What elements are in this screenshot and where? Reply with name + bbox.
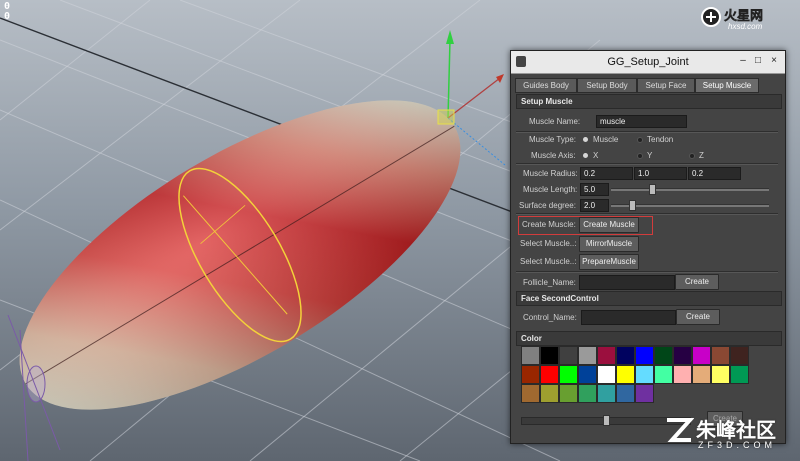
axis-z-radio[interactable]: [689, 153, 695, 159]
radius-z-field[interactable]: 0.2: [688, 167, 741, 180]
hxsd-watermark: 火星网 hxsd.com: [700, 6, 796, 32]
color-swatch[interactable]: [578, 346, 597, 365]
muscle-type-muscle-radio[interactable]: [583, 137, 588, 142]
muscle-length-label: Muscle Length:: [523, 185, 578, 194]
color-swatch[interactable]: [711, 365, 730, 384]
color-swatch[interactable]: [597, 384, 616, 403]
color-swatch[interactable]: [559, 384, 578, 403]
color-swatch[interactable]: [635, 384, 654, 403]
color-swatch[interactable]: [654, 346, 673, 365]
tab-guides-body[interactable]: Guides Body: [515, 78, 577, 93]
color-swatch[interactable]: [597, 365, 616, 384]
create-muscle-button[interactable]: Create Muscle: [579, 217, 639, 233]
muscle-radius-label: Muscle Radius:: [523, 169, 578, 178]
muscle-axis-label: Muscle Axis:: [531, 151, 576, 160]
muscle-type-label: Muscle Type:: [529, 135, 576, 144]
radius-x-field[interactable]: 0.2: [580, 167, 633, 180]
separator: [516, 131, 778, 133]
gg-setup-joint-window[interactable]: GG_Setup_Joint – □ × Guides Body Setup B…: [510, 50, 786, 444]
minimize-icon[interactable]: –: [737, 55, 749, 67]
muscle-length-slider-handle[interactable]: [649, 184, 656, 195]
axis-x-radio[interactable]: [583, 153, 588, 158]
color-header[interactable]: Color: [516, 331, 782, 346]
hxsd-domain: hxsd.com: [728, 22, 763, 31]
color-swatch[interactable]: [692, 365, 711, 384]
surface-degree-label: Surface degree:: [519, 201, 576, 210]
color-swatch[interactable]: [521, 365, 540, 384]
control-create-button[interactable]: Create: [676, 309, 720, 325]
follicle-name-field[interactable]: [579, 275, 675, 290]
color-swatch[interactable]: [616, 365, 635, 384]
setup-muscle-header[interactable]: Setup Muscle: [516, 94, 782, 109]
muscle-type-muscle-label: Muscle: [593, 135, 619, 144]
surface-degree-field[interactable]: 2.0: [580, 199, 609, 212]
tab-setup-body[interactable]: Setup Body: [577, 78, 637, 93]
axis-x-label: X: [593, 151, 599, 160]
color-swatch[interactable]: [673, 346, 692, 365]
close-icon[interactable]: ×: [768, 55, 780, 67]
color-swatch[interactable]: [730, 346, 749, 365]
create-muscle-label: Create Muscle:: [522, 220, 576, 229]
select-muscle-label-1: Select Muscle..:: [520, 239, 577, 248]
muscle-length-field[interactable]: 5.0: [580, 183, 609, 196]
prepare-muscle-button[interactable]: PrepareMuscle: [579, 254, 639, 270]
axis-y-label: Y: [647, 151, 653, 160]
color-swatch[interactable]: [730, 365, 749, 384]
control-name-field[interactable]: [581, 310, 676, 325]
color-swatch[interactable]: [635, 346, 654, 365]
color-swatch[interactable]: [616, 346, 635, 365]
axis-z-label: Z: [699, 151, 704, 160]
zf3d-url: ZF3D.COM: [698, 440, 776, 450]
select-muscle-label-2: Select Muscle..:: [520, 257, 577, 266]
color-swatch[interactable]: [711, 346, 730, 365]
zf3d-logo-icon: [667, 418, 694, 442]
muscle-name-label: Muscle Name:: [529, 117, 581, 126]
color-swatch[interactable]: [578, 384, 597, 403]
separator: [516, 271, 778, 273]
surface-degree-slider[interactable]: [611, 200, 769, 211]
window-titlebar[interactable]: GG_Setup_Joint – □ ×: [511, 51, 785, 74]
color-swatch[interactable]: [540, 346, 559, 365]
separator: [516, 163, 778, 165]
face-second-control-header[interactable]: Face SecondControl: [516, 291, 782, 306]
color-swatch[interactable]: [521, 346, 540, 365]
color-swatch[interactable]: [692, 346, 711, 365]
color-swatch[interactable]: [521, 384, 540, 403]
color-swatch[interactable]: [654, 365, 673, 384]
color-swatch[interactable]: [597, 346, 616, 365]
hud-value-2: 0: [4, 11, 11, 22]
control-name-label: Control_Name:: [523, 313, 577, 322]
mirror-muscle-button[interactable]: MirrorMuscle: [579, 236, 639, 252]
color-slider-handle[interactable]: [603, 415, 610, 426]
color-swatch[interactable]: [635, 365, 654, 384]
muscle-mesh: [19, 100, 461, 410]
zf3d-brand-text: 朱峰社区: [696, 420, 776, 442]
radius-y-field[interactable]: 1.0: [634, 167, 687, 180]
muscle-name-field[interactable]: muscle: [596, 115, 687, 128]
surface-degree-slider-handle[interactable]: [629, 200, 636, 211]
maximize-icon[interactable]: □: [752, 55, 764, 67]
follicle-name-label: Follicle_Name:: [523, 278, 576, 287]
color-swatch[interactable]: [616, 384, 635, 403]
color-swatch[interactable]: [578, 365, 597, 384]
color-swatch[interactable]: [559, 346, 578, 365]
color-swatch[interactable]: [540, 365, 559, 384]
separator: [516, 213, 778, 215]
tab-setup-muscle[interactable]: Setup Muscle: [695, 78, 759, 93]
color-swatch[interactable]: [673, 365, 692, 384]
muscle-type-tendon-label: Tendon: [647, 135, 674, 144]
muscle-type-tendon-radio[interactable]: [637, 137, 643, 143]
follicle-create-button[interactable]: Create: [675, 274, 719, 290]
color-swatch[interactable]: [540, 384, 559, 403]
zf3d-watermark: 朱峰社区 ZF3D.COM: [664, 412, 796, 458]
muscle-length-slider[interactable]: [611, 184, 769, 195]
tab-setup-face[interactable]: Setup Face: [637, 78, 695, 93]
color-swatch[interactable]: [559, 365, 578, 384]
axis-y-radio[interactable]: [637, 153, 643, 159]
